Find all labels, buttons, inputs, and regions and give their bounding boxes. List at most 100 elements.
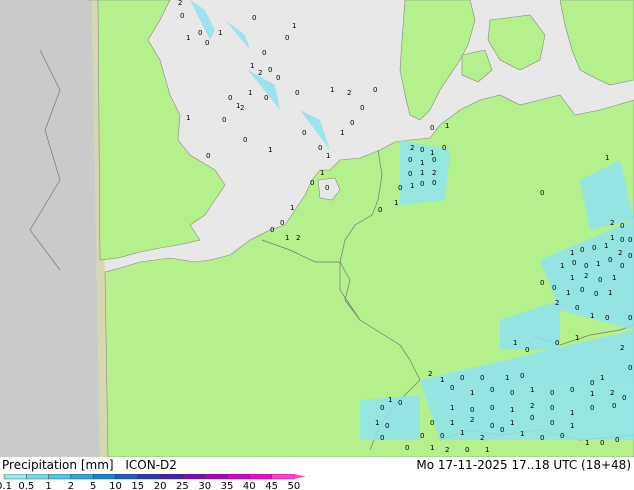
precip-value-marker: 2 — [240, 104, 244, 112]
precip-value-marker: 0 — [620, 222, 624, 230]
scale-swatch — [204, 474, 228, 480]
precip-value-marker: 1 — [410, 182, 414, 190]
scale-swatch — [3, 474, 27, 480]
precip-value-marker: 0 — [295, 89, 299, 97]
precip-value-marker: 0 — [628, 252, 632, 260]
precip-value-marker: 0 — [552, 284, 556, 292]
precip-value-marker: 0 — [325, 184, 329, 192]
precip-value-marker: 1 — [292, 22, 296, 30]
precip-value-marker: 1 — [394, 199, 398, 207]
precip-value-marker: 0 — [540, 189, 544, 197]
precip-value-marker: 0 — [540, 279, 544, 287]
precip-value-marker: 1 — [604, 242, 608, 250]
precip-value-marker: 0 — [432, 156, 436, 164]
precip-value-marker: 1 — [610, 234, 614, 242]
scale-tick-label: 45 — [265, 481, 278, 490]
valid-time: Mo 17-11-2025 17..18 UTC (18+48) — [416, 458, 631, 472]
precip-value-marker: 0 — [510, 389, 514, 397]
precip-value-marker: 1 — [590, 390, 594, 398]
precip-value-marker: 0 — [605, 314, 609, 322]
precip-value-marker: 0 — [570, 386, 574, 394]
precip-value-marker: 2 — [428, 370, 432, 378]
precip-value-marker: 0 — [608, 256, 612, 264]
precip-value-marker: 1 — [600, 374, 604, 382]
precip-value-marker: 1 — [570, 409, 574, 417]
precip-value-marker: 0 — [420, 432, 424, 440]
precip-value-marker: 1 — [560, 262, 564, 270]
footer: Precipitation [mm] ICON-D2 Mo 17-11-2025… — [0, 457, 634, 490]
precip-value-marker: 0 — [360, 104, 364, 112]
precip-value-marker: 1 — [320, 169, 324, 177]
precip-value-marker: 0 — [530, 414, 534, 422]
precip-value-marker: 0 — [373, 86, 377, 94]
scale-tick-label: 0.5 — [18, 481, 34, 490]
precip-value-marker: 0 — [206, 152, 210, 160]
precip-value-marker: 1 — [375, 419, 379, 427]
precip-value-marker: 0 — [572, 259, 576, 267]
precip-value-marker: 1 — [420, 169, 424, 177]
precip-value-marker: 0 — [318, 144, 322, 152]
precip-value-marker: 0 — [622, 394, 626, 402]
precip-value-marker: 0 — [580, 246, 584, 254]
precip-value-marker: 1 — [186, 114, 190, 122]
precip-value-marker: 1 — [510, 406, 514, 414]
precip-value-marker: 0 — [408, 170, 412, 178]
scale-swatch — [70, 474, 94, 480]
scale-tick-label: 5 — [90, 481, 96, 490]
precip-value-marker: 1 — [485, 446, 489, 454]
precip-value-marker: 0 — [276, 74, 280, 82]
precip-value-marker: 0 — [620, 236, 624, 244]
scale-swatch — [226, 474, 250, 480]
precip-value-marker: 2 — [584, 272, 588, 280]
precip-value-marker: 1 — [450, 419, 454, 427]
precip-value-marker: 1 — [186, 34, 190, 42]
precip-value-marker: 1 — [440, 376, 444, 384]
precip-value-marker: 2 — [610, 219, 614, 227]
precip-value-marker: 0 — [270, 226, 274, 234]
precip-value-marker: 0 — [560, 432, 564, 440]
precip-value-marker: 1 — [285, 234, 289, 242]
precip-value-marker: 1 — [470, 389, 474, 397]
precip-value-marker: 1 — [605, 154, 609, 162]
precip-value-marker: 0 — [490, 404, 494, 412]
precip-value-marker: 0 — [440, 432, 444, 440]
scale-tick-label: 10 — [109, 481, 122, 490]
precip-value-marker: 0 — [442, 144, 446, 152]
precip-value-marker: 0 — [575, 304, 579, 312]
precip-value-marker: 0 — [262, 49, 266, 57]
precip-value-marker: 0 — [580, 286, 584, 294]
precip-value-marker: 0 — [405, 444, 409, 452]
scale-swatch — [48, 474, 72, 480]
precip-value-marker: 1 — [505, 374, 509, 382]
precip-value-marker: 0 — [378, 206, 382, 214]
precip-value-marker: 0 — [420, 146, 424, 154]
precip-value-marker: 1 — [430, 444, 434, 452]
precip-value-marker: 1 — [608, 289, 612, 297]
precip-value-marker: 0 — [408, 156, 412, 164]
precip-value-marker: 0 — [310, 179, 314, 187]
precip-value-marker: 0 — [584, 262, 588, 270]
scale-tick-label: 30 — [198, 481, 211, 490]
precipitation-map: 2010010012 0100100 1 2 010010012 0 100 1 00 1 20 1 0… — [0, 0, 634, 457]
precip-value-marker: 1 — [596, 260, 600, 268]
precip-value-marker: 0 — [490, 422, 494, 430]
scale-tick-label: 20 — [154, 481, 167, 490]
scale-swatch — [182, 474, 205, 480]
precip-value-marker: 0 — [592, 244, 596, 252]
outside-domain-land — [0, 0, 100, 457]
precip-value-marker: 1 — [248, 89, 252, 97]
precip-value-marker: 0 — [600, 439, 604, 447]
scale-swatch — [92, 474, 116, 480]
precip-value-marker: 2 — [296, 234, 300, 242]
precip-value-marker: 0 — [590, 404, 594, 412]
precip-value-marker: 1 — [612, 274, 616, 282]
scale-tick-label: 35 — [221, 481, 234, 490]
precip-value-marker: 2 — [347, 89, 351, 97]
precip-value-marker: 2 — [258, 69, 262, 77]
scale-tick-label: 2 — [68, 481, 74, 490]
precip-value-marker: 0 — [430, 124, 434, 132]
scale-swatch — [26, 474, 49, 480]
precip-value-marker: 0 — [252, 14, 256, 22]
precip-value-marker: 1 — [510, 419, 514, 427]
precip-value-marker: 0 — [380, 434, 384, 442]
